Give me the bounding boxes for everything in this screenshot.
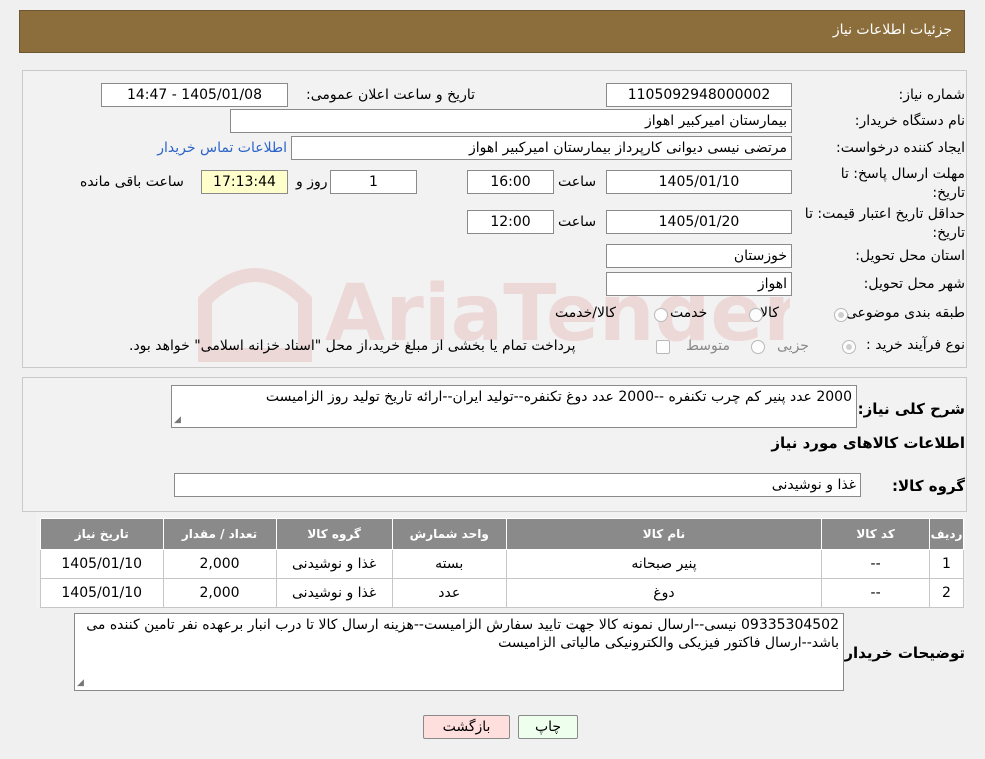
back-button[interactable]: بازگشت [423,715,510,739]
announce-datetime-label: تاریخ و ساعت اعلان عمومی: [306,87,475,103]
buyer-notes-text: 09335304502 نیسی--ارسال نمونه کالا جهت ت… [74,613,844,691]
cell-unit: عدد [391,578,507,608]
col-row: ردیف [929,518,964,550]
need-number-label: شماره نیاز: [898,87,966,103]
category-service-label: خدمت [670,305,708,321]
table-row: 2 -- دوغ عدد غذا و نوشیدنی 2,000 1405/01… [40,578,964,608]
cell-qty: 2,000 [162,549,277,579]
category-service-radio[interactable] [749,308,763,322]
process-minor-radio[interactable] [842,340,856,354]
need-number-field: 1105092948000002 [606,83,792,107]
deadline-date-field: 1405/01/10 [606,170,792,194]
treasury-payment-checkbox[interactable] [656,340,670,354]
category-label: طبقه بندی موضوعی: [841,305,965,321]
announce-datetime-field: 1405/01/08 - 14:47 [101,83,288,107]
cell-group: غذا و نوشیدنی [275,578,393,608]
page-header: جزئیات اطلاعات نیاز [19,10,965,53]
col-qty: تعداد / مقدار [162,518,277,550]
deadline-time-field: 16:00 [467,170,554,194]
province-label: استان محل تحویل: [855,248,965,264]
page-title: جزئیات اطلاعات نیاز [832,22,952,38]
summary-text: 2000 عدد پنیر کم چرب تکنفره --2000 عدد د… [171,385,857,428]
buyer-notes-label: توضیحات خریدار: [838,644,965,662]
buyer-contact-link[interactable]: اطلاعات تماس خریدار [157,140,287,156]
creator-field: مرتضی نیسی دیوانی کارپرداز بیمارستان امی… [291,136,792,160]
cell-code: -- [821,578,931,608]
items-section-title: اطلاعات کالاهای مورد نیاز [771,434,965,452]
cell-group: غذا و نوشیدنی [275,549,393,579]
validity-time-label: ساعت [558,214,597,230]
goods-group-label: گروه کالا: [892,477,965,495]
remaining-time-label: ساعت باقی مانده [80,174,184,190]
cell-name: دوغ [505,578,823,608]
process-minor-label: جزیی [777,338,809,354]
cell-date: 1405/01/10 [40,549,164,579]
print-button[interactable]: چاپ [518,715,578,739]
category-goods-service-label: کالا/خدمت [555,305,616,321]
table-row: 1 -- پنیر صبحانه بسته غذا و نوشیدنی 2,00… [40,549,964,579]
process-medium-radio[interactable] [751,340,765,354]
items-table: ردیف کد کالا نام کالا واحد شمارش گروه کا… [40,518,964,608]
cell-code: -- [821,549,931,579]
validity-time-field: 12:00 [467,210,554,234]
category-goods-radio[interactable] [834,308,848,322]
creator-label: ایجاد کننده درخواست: [836,140,965,156]
col-code: کد کالا [821,518,931,550]
cell-row: 1 [929,549,964,579]
cell-unit: بسته [391,549,507,579]
col-group: گروه کالا [275,518,393,550]
remaining-days-field: 1 [330,170,417,194]
remaining-time-field: 17:13:44 [201,170,288,194]
category-goods-service-radio[interactable] [654,308,668,322]
validity-date-field: 1405/01/20 [606,210,792,234]
items-table-header: ردیف کد کالا نام کالا واحد شمارش گروه کا… [40,518,964,550]
buyer-org-field: بیمارستان امیرکبیر اهواز [230,109,792,133]
buyer-org-label: نام دستگاه خریدار: [854,113,965,129]
col-name: نام کالا [505,518,823,550]
deadline-time-label: ساعت [558,174,597,190]
cell-date: 1405/01/10 [40,578,164,608]
col-unit: واحد شمارش [391,518,507,550]
process-note: پرداخت تمام یا بخشی از مبلغ خرید،از محل … [129,338,576,354]
days-label: روز و [296,174,328,190]
deadline-label: مهلت ارسال پاسخ: تا تاریخ: [840,166,965,201]
cell-qty: 2,000 [162,578,277,608]
summary-label: شرح کلی نیاز: [857,400,965,418]
price-validity-label: حداقل تاریخ اعتبار قیمت: تا تاریخ: [804,206,965,241]
buyer-notes-resize-icon[interactable]: ◢ [77,678,84,758]
province-field: خوزستان [606,244,792,268]
city-field: اهواز [606,272,792,296]
city-label: شهر محل تحویل: [863,276,965,292]
process-label: نوع فرآیند خرید : [866,337,965,353]
col-date: تاریخ نیاز [40,518,164,550]
cell-name: پنیر صبحانه [505,549,823,579]
cell-row: 2 [929,578,964,608]
process-medium-label: متوسط [686,338,730,354]
goods-group-field: غذا و نوشیدنی [174,473,861,497]
